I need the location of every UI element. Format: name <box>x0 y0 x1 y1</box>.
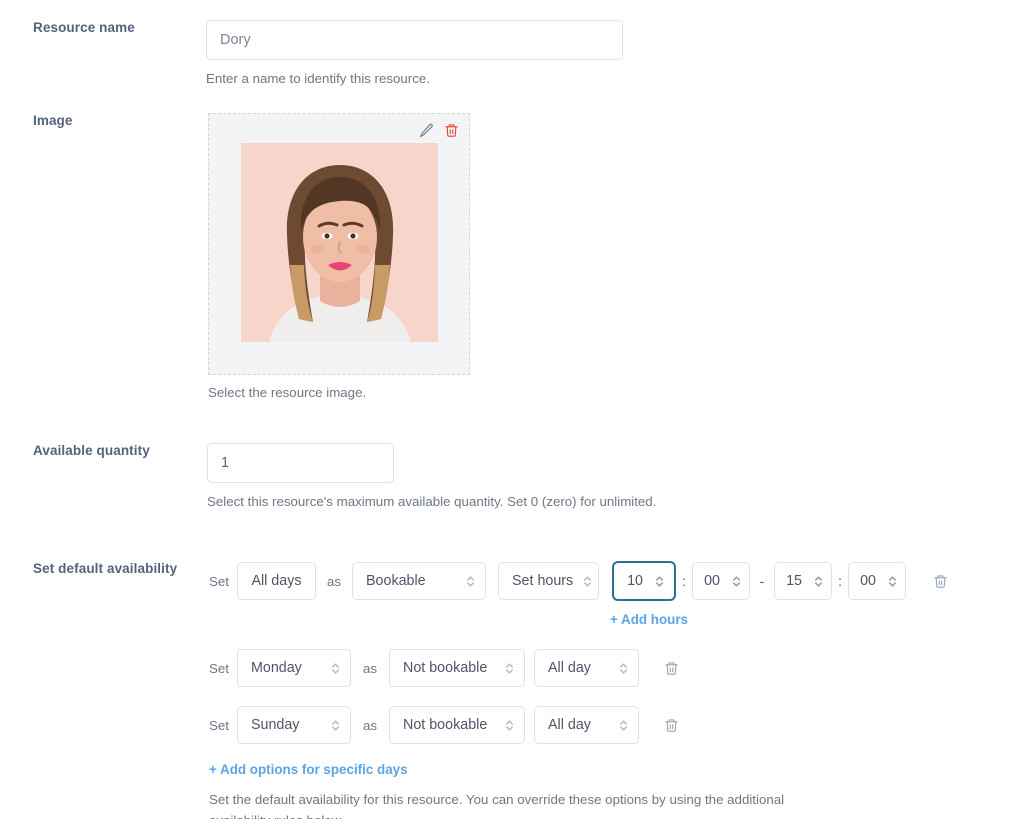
delete-row-icon-all-days[interactable] <box>933 573 948 590</box>
resource-name-help: Enter a name to identify this resource. <box>206 71 430 86</box>
chevron-updown-icon <box>618 661 629 676</box>
as-word: as <box>362 660 378 676</box>
scope-select-all-days[interactable]: Set hours <box>498 562 600 600</box>
day-select-sunday[interactable]: Sunday <box>236 706 351 744</box>
resource-name-input[interactable]: Dory <box>206 20 623 60</box>
scope-select-sunday[interactable]: All day <box>534 706 640 744</box>
status-select-all-days[interactable]: Bookable <box>352 562 487 600</box>
add-options-wrap: + Add options for specific days <box>209 761 948 779</box>
availability-row-all-days: Set All days as Bookable Set hours 10: … <box>209 561 948 601</box>
label-resource-name: Resource name <box>33 20 135 35</box>
chevron-updown-icon <box>330 718 341 733</box>
resource-photo <box>241 143 438 342</box>
chevron-updown-icon <box>465 574 476 589</box>
status-select-sunday[interactable]: Not bookable <box>389 706 526 744</box>
resource-settings-form: Resource name Dory Enter a name to ident… <box>0 0 1024 819</box>
add-hours-link[interactable]: + Add hours <box>610 612 688 627</box>
time-colon-start: : <box>682 573 686 589</box>
chevron-updown-icon <box>618 718 629 733</box>
field-row-default-availability: Set default availability Set All days as… <box>0 561 948 819</box>
chevron-updown-icon <box>504 661 515 676</box>
set-word: Set <box>209 717 229 733</box>
day-select-monday[interactable]: Monday <box>236 649 351 687</box>
add-options-for-specific-days-link[interactable]: + Add options for specific days <box>209 762 408 777</box>
availability-fields: Set All days as Bookable Set hours 10: … <box>209 561 948 819</box>
image-fields: Select the resource image. <box>208 113 470 404</box>
resource-name-fields: Dory Enter a name to identify this resou… <box>206 20 623 90</box>
pencil-icon[interactable] <box>418 122 435 139</box>
availability-row-sunday: Set Sunday as Not bookable All day <box>209 706 948 744</box>
chevron-updown-icon <box>330 661 341 676</box>
status-select-monday[interactable]: Not bookable <box>389 649 526 687</box>
chevron-updown-icon[interactable] <box>813 574 824 589</box>
available-quantity-input[interactable]: 1 <box>207 443 394 483</box>
chevron-updown-icon[interactable] <box>731 574 742 589</box>
delete-row-icon-monday[interactable] <box>664 660 679 677</box>
available-quantity-help: Select this resource's maximum available… <box>207 494 657 509</box>
availability-help: Set the default availability for this re… <box>209 792 785 819</box>
field-row-resource-name: Resource name Dory Enter a name to ident… <box>0 20 623 90</box>
label-image: Image <box>33 113 73 128</box>
set-word: Set <box>209 660 229 676</box>
field-row-image: Image Select the resource image. <box>0 113 470 404</box>
image-upload-box[interactable] <box>208 113 470 375</box>
label-default-availability: Set default availability <box>33 561 178 576</box>
scope-select-monday[interactable]: All day <box>534 649 640 687</box>
chevron-updown-icon <box>504 718 515 733</box>
end-minute-stepper[interactable]: 00 <box>848 562 907 600</box>
delete-row-icon-sunday[interactable] <box>664 717 679 734</box>
add-hours-wrap: + Add hours <box>610 611 948 629</box>
start-minute-stepper[interactable]: 00 <box>692 562 751 600</box>
trash-icon[interactable] <box>444 122 459 139</box>
chevron-updown-icon <box>582 574 593 589</box>
available-quantity-fields: 1 Select this resource's maximum availab… <box>207 443 656 513</box>
as-word: as <box>362 717 378 733</box>
chevron-updown-icon[interactable] <box>654 574 665 589</box>
image-help: Select the resource image. <box>208 385 367 400</box>
field-row-available-quantity: Available quantity 1 Select this resourc… <box>0 443 656 513</box>
time-colon-end: : <box>838 573 842 589</box>
set-word: Set <box>209 573 229 589</box>
availability-row-monday: Set Monday as Not bookable All day <box>209 649 948 687</box>
start-hour-stepper[interactable]: 10 <box>612 561 677 601</box>
as-word: as <box>326 573 342 589</box>
end-hour-stepper[interactable]: 15 <box>774 562 833 600</box>
image-tools <box>418 122 459 139</box>
chevron-updown-icon[interactable] <box>887 574 898 589</box>
label-available-quantity: Available quantity <box>33 443 150 458</box>
time-range-dash: - <box>759 573 765 589</box>
day-select-all-days[interactable]: All days <box>236 562 316 600</box>
